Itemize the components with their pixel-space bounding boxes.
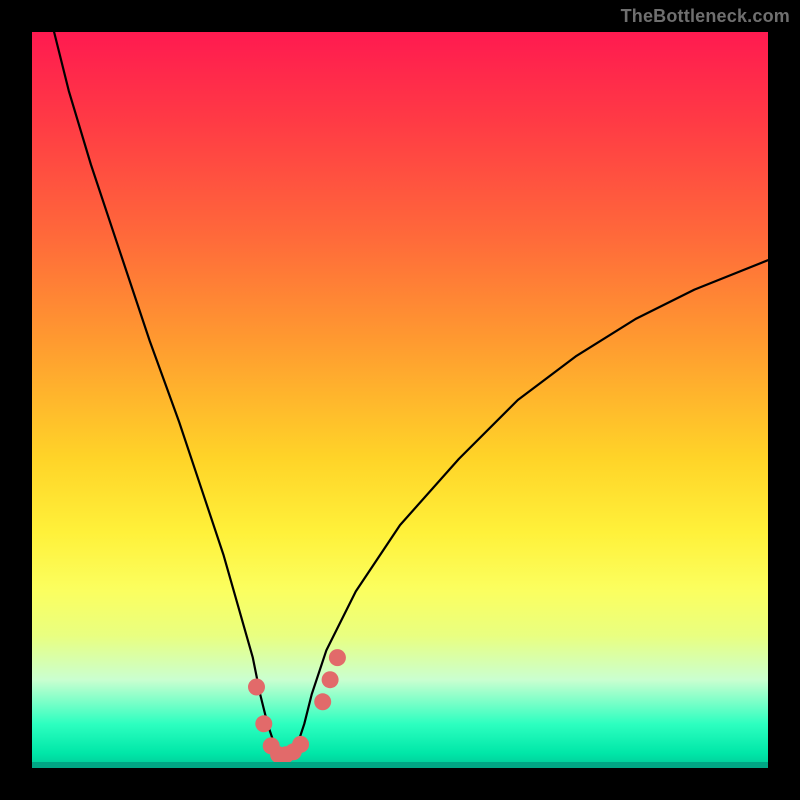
curve-marker (248, 679, 265, 696)
chart-svg (32, 32, 768, 768)
curve-marker (322, 671, 339, 688)
curve-marker (314, 693, 331, 710)
curve-marker (292, 736, 309, 753)
bottleneck-curve (54, 32, 768, 757)
chart-frame: TheBottleneck.com (0, 0, 800, 800)
watermark-text: TheBottleneck.com (621, 6, 790, 27)
chart-plot-area (32, 32, 768, 768)
curve-marker (255, 715, 272, 732)
curve-marker (329, 649, 346, 666)
